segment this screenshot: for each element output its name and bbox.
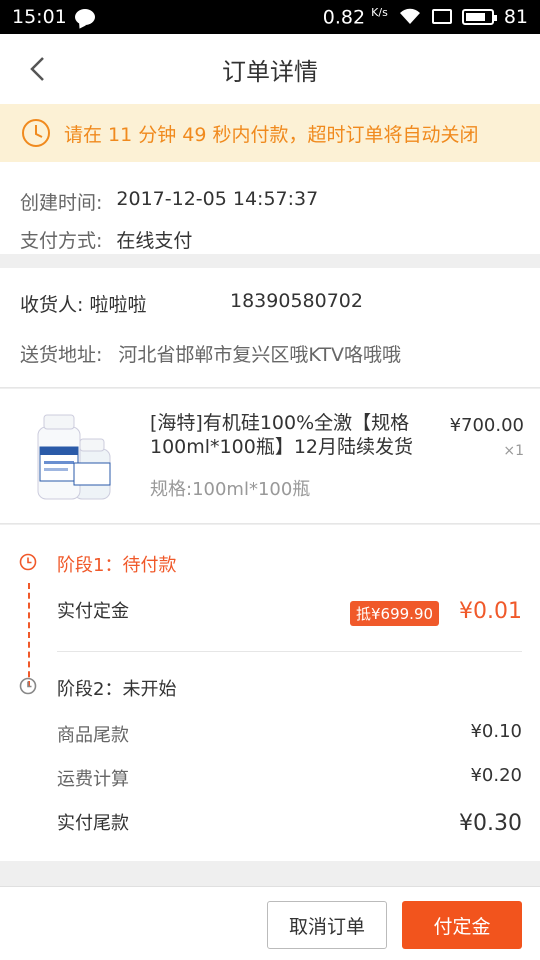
product-item[interactable]: [海特]有机硅100%全激【规格100ml*100瓶】12月陆续发货 ¥700.…	[0, 389, 540, 524]
clock-icon	[22, 119, 50, 147]
screen-icon	[431, 9, 452, 25]
status-time: 15:01	[12, 6, 67, 28]
final-balance-label: 实付尾款	[57, 813, 129, 834]
shipping-fee-label: 运费计算	[57, 769, 129, 790]
deduct-badge: 抵¥699.90	[350, 601, 440, 626]
product-title: [海特]有机硅100%全激【规格100ml*100瓶】12月陆续发货	[150, 412, 413, 458]
pay-deposit-button[interactable]: 付定金	[402, 901, 522, 949]
product-price: ¥700.00	[449, 415, 524, 436]
net-speed-value: 0.82	[322, 6, 366, 29]
payment-stages-section: 阶段1：待付款 实付定金 抵¥699.90 ¥0.01 阶段2：未开始 商品尾款…	[0, 525, 540, 861]
product-image	[37, 414, 111, 500]
battery-level: 81	[503, 5, 528, 28]
stage-divider	[57, 651, 522, 652]
receiver-phone: 18390580702	[230, 290, 363, 312]
stage1-title: 阶段1：待付款	[57, 555, 177, 576]
created-time-row: 创建时间: 2017-12-05 14:57:37	[20, 188, 318, 215]
shipping-fee-value: ¥0.20	[470, 765, 522, 786]
payment-countdown-notice: 请在 11 分钟 49 秒内付款，超时订单将自动关闭	[0, 104, 540, 162]
status-left: 15:01	[12, 6, 95, 28]
goods-balance-value: ¥0.10	[470, 721, 522, 742]
order-info-section: 订单编号： 20171406737948 创建时间: 2017-12-05 14…	[0, 148, 540, 254]
status-bar: 15:01 0.82 K/s 81	[0, 0, 540, 34]
countdown-text: 请在 11 分钟 49 秒内付款，超时订单将自动关闭	[64, 123, 479, 146]
net-speed-unit: K/s	[371, 5, 388, 19]
product-spec: 规格:100ml*100瓶	[150, 479, 311, 500]
created-time-value: 2017-12-05 14:57:37	[116, 188, 319, 210]
created-time-label: 创建时间:	[20, 192, 103, 214]
back-arrow-icon[interactable]	[26, 56, 52, 82]
stage2-clock-icon	[19, 677, 37, 695]
battery-fill	[465, 12, 485, 21]
cancel-order-button[interactable]: 取消订单	[267, 901, 387, 949]
status-right: 0.82 K/s 81	[323, 6, 528, 28]
stage2-title: 阶段2：未开始	[57, 679, 177, 700]
stage-connector-line	[28, 583, 30, 687]
payment-method-label: 支付方式:	[20, 230, 103, 252]
payment-method-value: 在线支付	[116, 230, 193, 252]
chat-icon	[74, 9, 95, 25]
address-label: 送货地址:	[20, 344, 103, 366]
deposit-label: 实付定金	[57, 601, 129, 622]
address-value: 河北省邯郸市复兴区哦KTV咯哦哦	[118, 344, 401, 366]
net-speed: 0.82 K/s	[323, 6, 388, 28]
wifi-icon	[399, 8, 420, 24]
deposit-price: ¥0.01	[459, 599, 522, 624]
stage1-clock-icon	[19, 553, 37, 571]
product-quantity: ×1	[503, 443, 524, 459]
shipping-address-section: 收货人: 啦啦啦 18390580702 送货地址: 河北省邯郸市复兴区哦KTV…	[0, 268, 540, 388]
battery-icon	[461, 8, 497, 25]
receiver-name: 收货人: 啦啦啦	[20, 294, 147, 316]
app-header: 订单详情	[0, 34, 540, 104]
receiver-row: 收货人: 啦啦啦	[20, 290, 146, 317]
bottom-action-bar: 取消订单 付定金	[0, 886, 540, 960]
address-row: 送货地址: 河北省邯郸市复兴区哦KTV咯哦哦	[20, 340, 401, 367]
payment-method-row: 支付方式: 在线支付	[20, 226, 192, 253]
final-balance-value: ¥0.30	[459, 811, 522, 836]
goods-balance-label: 商品尾款	[57, 725, 129, 746]
page-title: 订单详情	[222, 57, 318, 86]
